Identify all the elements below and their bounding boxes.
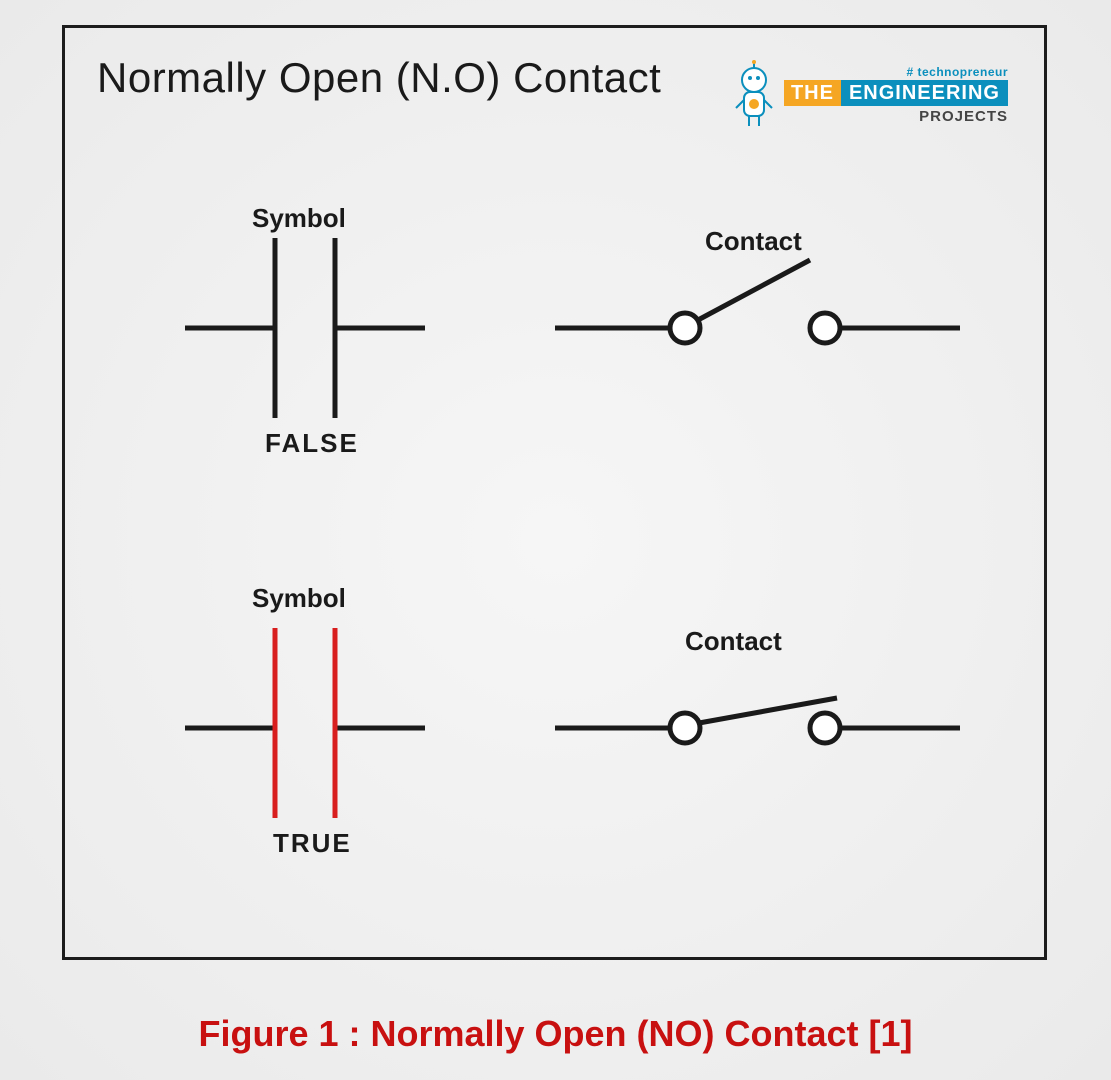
figure-caption: Figure 1 : Normally Open (NO) Contact [1… bbox=[0, 1013, 1111, 1055]
figure-frame: Normally Open (N.O) Contact # technopren… bbox=[62, 25, 1047, 960]
no-contact-diagram bbox=[65, 28, 1044, 957]
